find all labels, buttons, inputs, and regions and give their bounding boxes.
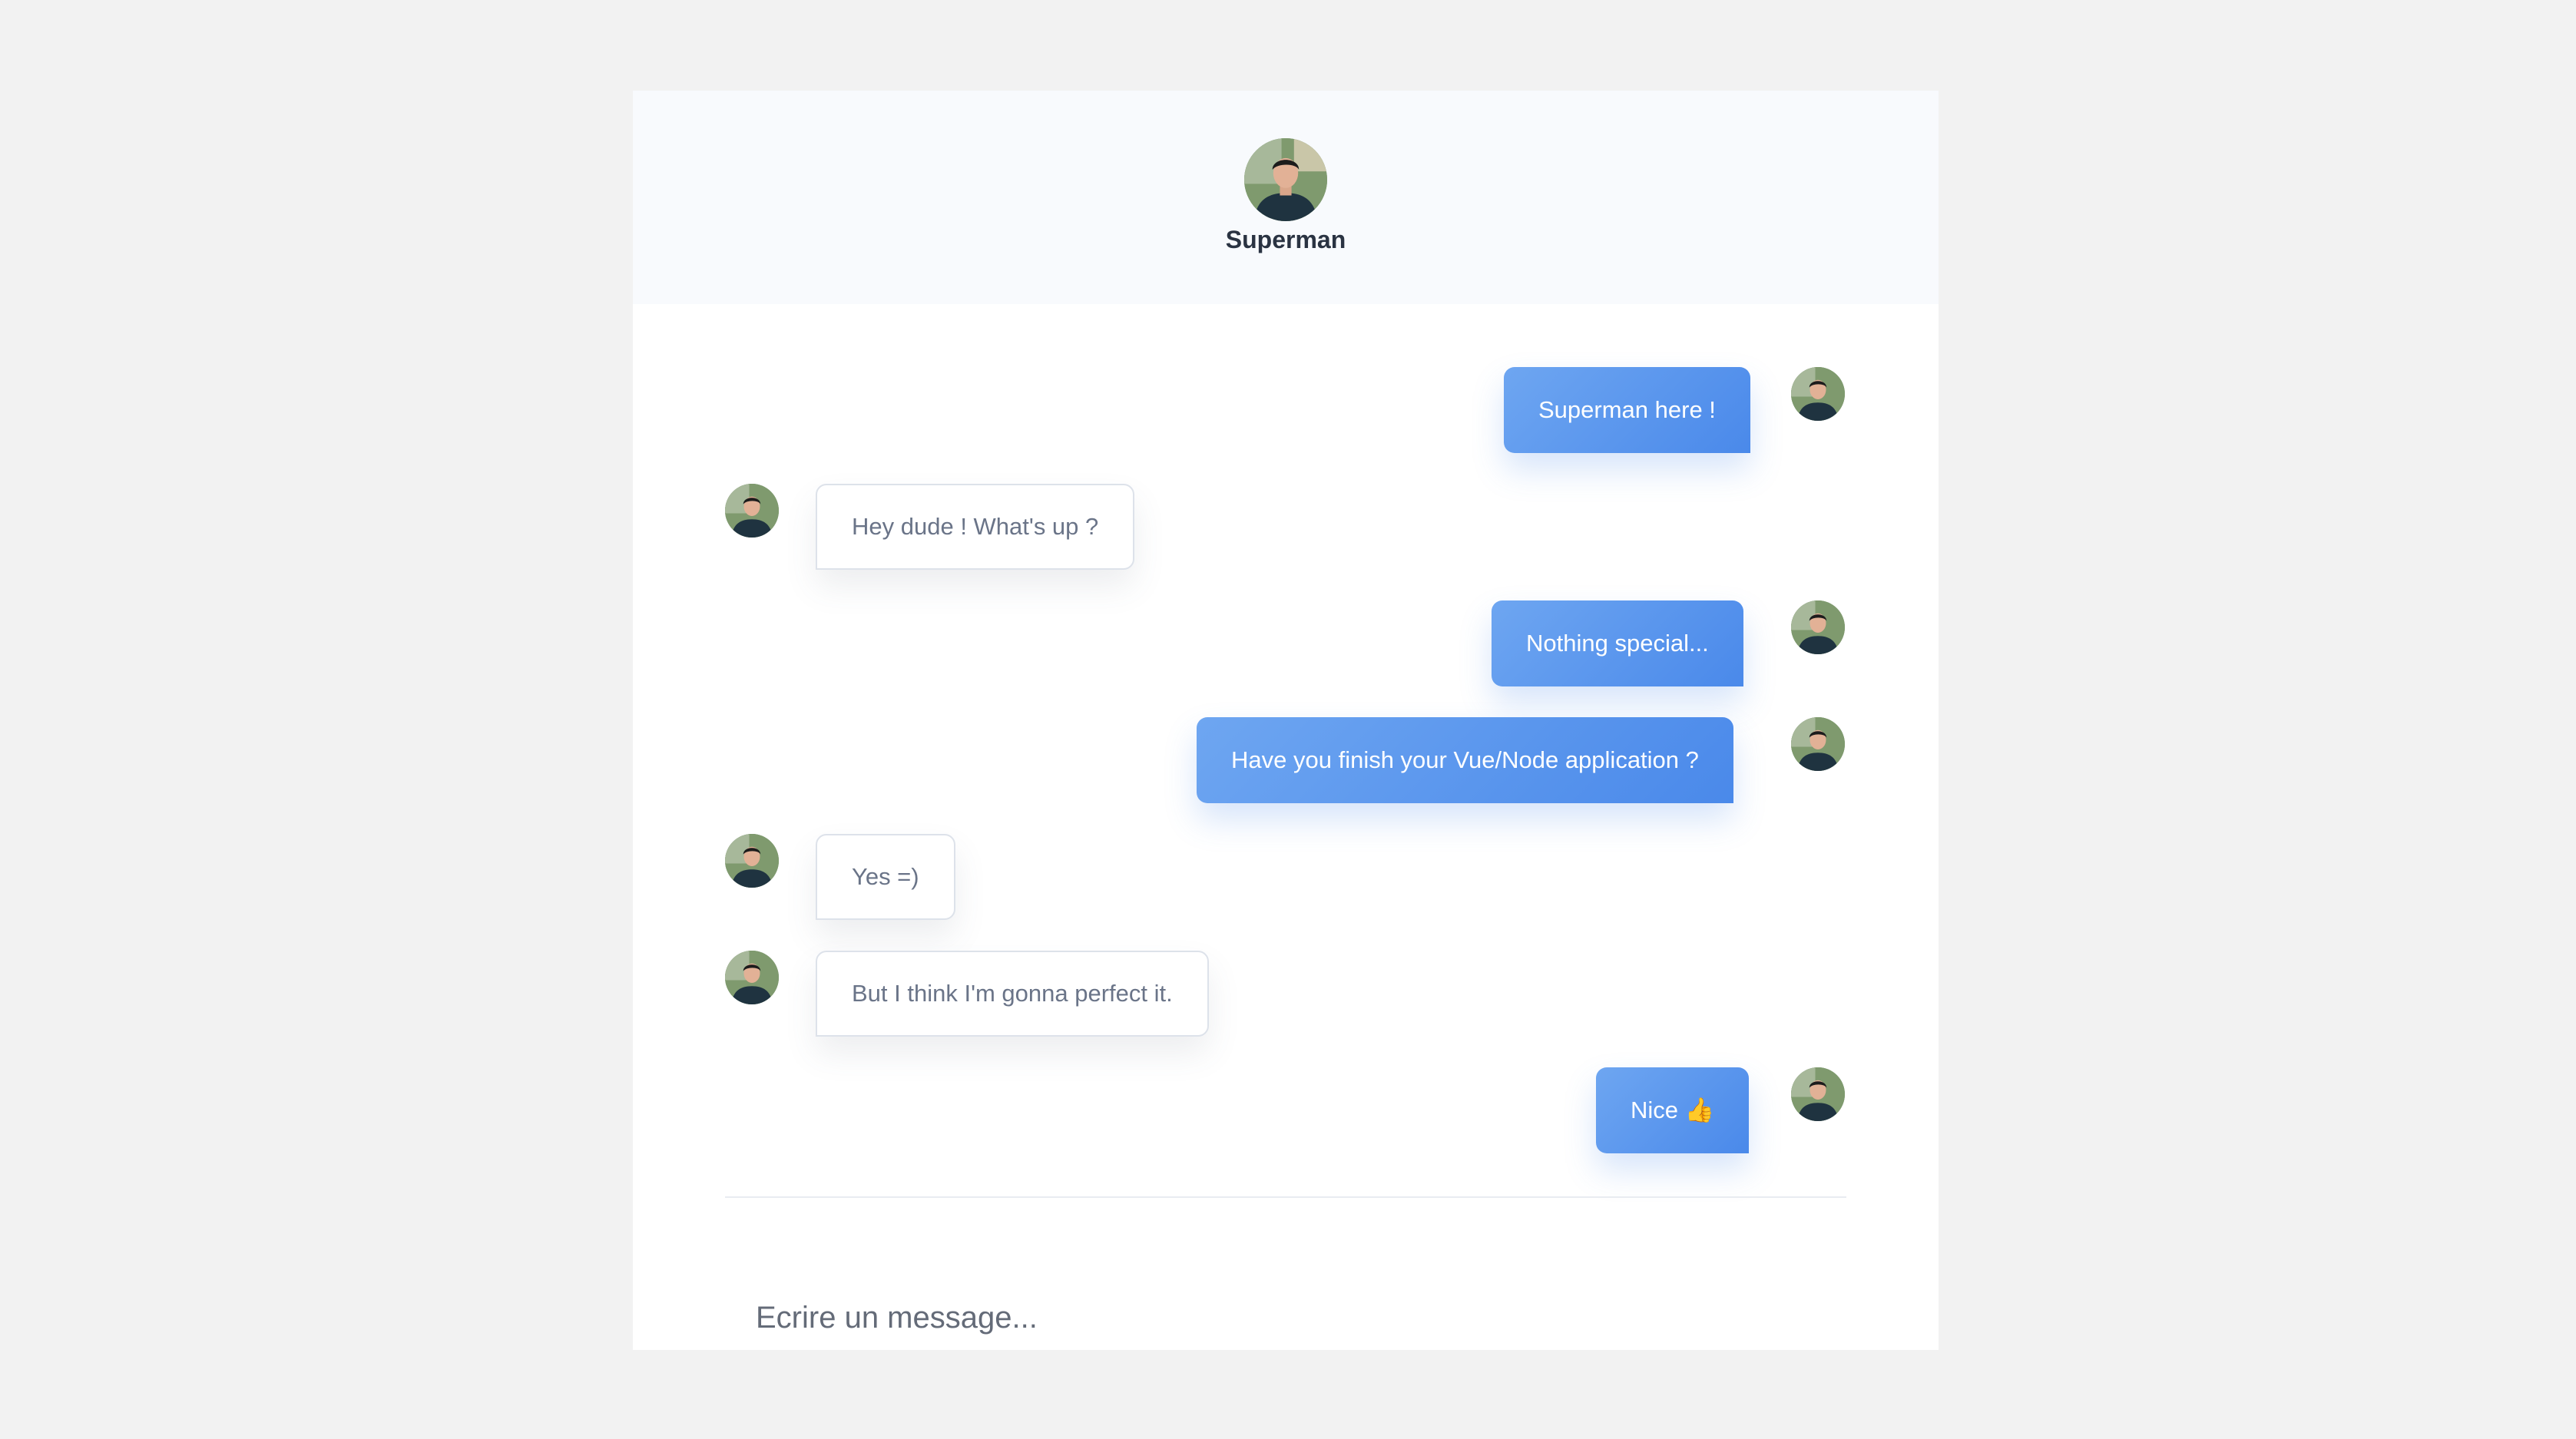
outgoing-message: Superman here ! (1504, 367, 1750, 453)
user-avatar-icon (1791, 1067, 1845, 1121)
chat-window: Superman Superman here ! Hey dude ! What… (633, 91, 1939, 1350)
outgoing-message: Have you finish your Vue/Node applicatio… (1197, 717, 1733, 803)
contact-name: Superman (1225, 226, 1346, 253)
message-input[interactable] (725, 1288, 1846, 1347)
thumbs-up-icon: 👍 (1684, 1097, 1715, 1123)
sender-avatar (1791, 717, 1845, 771)
user-avatar-icon (725, 484, 779, 538)
outgoing-message: Nice 👍 (1596, 1067, 1750, 1153)
message-text: Superman here ! (1538, 396, 1716, 423)
user-avatar-icon (725, 834, 779, 888)
contact-message-avatar (725, 484, 779, 538)
outgoing-message: Nothing special... (1492, 600, 1743, 686)
contact-message-avatar (725, 834, 779, 888)
message-text: But I think I'm gonna perfect it. (852, 980, 1173, 1007)
user-avatar-icon (725, 951, 779, 1004)
incoming-message: Yes =) (816, 834, 955, 920)
sender-avatar (1791, 1067, 1845, 1121)
sender-avatar (1791, 600, 1845, 654)
incoming-message: But I think I'm gonna perfect it. (816, 951, 1209, 1037)
user-avatar-icon (1791, 717, 1845, 771)
sender-avatar (1791, 367, 1845, 421)
chat-header: Superman (633, 91, 1939, 304)
contact-message-avatar (725, 951, 779, 1004)
contact-avatar[interactable] (1244, 138, 1327, 221)
message-text: Have you finish your Vue/Node applicatio… (1231, 746, 1699, 773)
user-avatar-icon (1791, 600, 1845, 654)
incoming-message: Hey dude ! What's up ? (816, 484, 1135, 570)
message-text: Nothing special... (1526, 630, 1709, 657)
message-text: Yes =) (852, 863, 919, 890)
message-text: Hey dude ! What's up ? (852, 513, 1099, 540)
message-text: Nice (1631, 1097, 1679, 1123)
user-avatar-icon (1791, 367, 1845, 421)
composer-divider (725, 1196, 1846, 1198)
avatar-photo-icon (1244, 138, 1327, 221)
